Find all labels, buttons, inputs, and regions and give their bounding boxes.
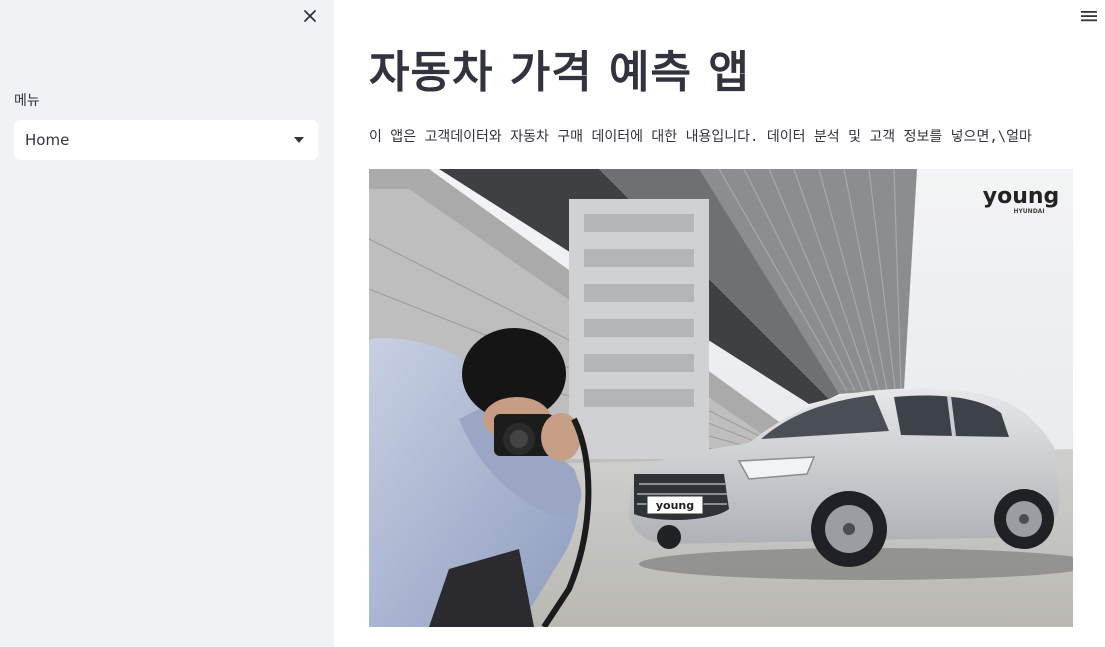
hamburger-menu-icon[interactable] — [1080, 8, 1098, 24]
hero-image: young young HYUNDAI — [369, 169, 1073, 627]
logo-text: young — [983, 184, 1060, 209]
plate-text: young — [656, 499, 694, 512]
intro-text: 이 앱은 고객데이터와 자동차 구매 데이터에 대한 내용입니다. 데이터 분석… — [369, 129, 1032, 145]
chevron-down-icon — [294, 137, 304, 143]
app-root: 메뉴 Home 자동차 가격 예측 앱 이 앱은 고객데이터와 자동차 구매 데… — [0, 0, 1105, 647]
sidebar: 메뉴 Home — [0, 0, 334, 647]
menu-label: 메뉴 — [14, 93, 40, 109]
close-icon[interactable] — [300, 6, 320, 26]
page-title: 자동차 가격 예측 앱 — [369, 47, 750, 98]
menu-select[interactable]: Home — [14, 120, 318, 160]
menu-select-value: Home — [25, 131, 70, 149]
logo-subtext: HYUNDAI — [1013, 208, 1044, 215]
